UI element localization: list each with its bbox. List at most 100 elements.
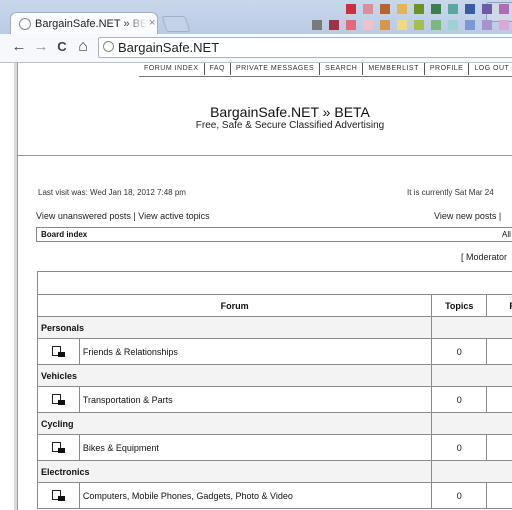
palette-swatch[interactable] [499,4,509,14]
palette-swatch[interactable] [448,4,458,14]
nav-faq[interactable]: FAQ [203,63,231,75]
palette-swatch[interactable] [414,4,424,14]
forum-read-icon [51,394,65,406]
topics-count: 0 [431,386,488,413]
forum-link-bikes-equipment[interactable]: Bikes & Equipment [78,434,433,461]
category-spacer [431,460,512,483]
palette-swatch[interactable] [414,20,424,30]
breadcrumb: Board index All [36,227,512,242]
palette-swatch[interactable] [397,4,407,14]
category-vehicles[interactable]: Vehicles [36,364,433,387]
palette-swatch[interactable] [346,4,356,14]
palette-swatch[interactable] [329,20,339,30]
color-palette [286,0,512,34]
site-description: Free, Safe & Secure Classified Advertisi… [195,120,385,131]
last-visit-text: Last visit was: Wed Jan 18, 2012 7:48 pm [38,188,186,197]
board-index-link[interactable]: Board index [41,230,87,239]
mark-forums-read-link[interactable]: Ma [37,271,512,295]
table-row: Transportation & Parts 0 0 [37,386,512,413]
topics-count: 0 [431,482,488,509]
header-divider [17,155,512,156]
forum-status-cell [37,482,80,509]
palette-swatch[interactable] [312,20,322,30]
topics-column-header: Topics [431,294,488,317]
forum-read-icon [51,490,65,502]
palette-swatch[interactable] [448,20,458,30]
nav-search[interactable]: SEARCH [319,63,362,75]
topics-count: 0 [431,338,488,365]
posts-count: 0 [486,338,512,365]
quick-links-left: View unanswered posts | View active topi… [36,211,210,221]
forward-icon[interactable]: → [32,38,50,56]
palette-swatch[interactable] [499,20,509,30]
forum-read-icon [51,442,65,454]
palette-swatch[interactable] [397,20,407,30]
reload-icon[interactable]: C [53,38,71,56]
new-tab-button[interactable] [161,16,191,32]
view-active-link[interactable]: View active topics [138,211,209,221]
palette-swatch[interactable] [363,4,373,14]
forum-status-cell [37,338,80,365]
quick-links-right: View new posts | [434,211,501,221]
nav-forum-index[interactable]: FORUM INDEX [139,63,204,75]
posts-count: 0 [486,386,512,413]
nav-log-out[interactable]: LOG OUT [468,63,512,75]
forum-status-cell [37,434,80,461]
palette-swatch[interactable] [465,20,475,30]
category-spacer [431,364,512,387]
address-url: BargainSafe.NET [118,40,220,55]
page-favicon-icon [19,18,31,30]
forum-table: Ma Forum Topics Posts Personals Friends … [36,271,512,509]
category-personals[interactable]: Personals [36,316,433,339]
posts-count: 0 [486,482,512,509]
nav-divider [139,76,512,77]
address-bar[interactable]: BargainSafe.NET [98,37,512,58]
tab-title: BargainSafe.NET » BETA • In [35,18,147,30]
forum-link-computers-phones[interactable]: Computers, Mobile Phones, Gadgets, Photo… [78,482,433,509]
page-viewport: FORUM INDEX FAQ PRIVATE MESSAGES SEARCH … [0,63,512,510]
palette-swatch[interactable] [431,4,441,14]
nav-private-messages[interactable]: PRIVATE MESSAGES [230,63,319,75]
palette-swatch[interactable] [482,20,492,30]
view-unanswered-link[interactable]: View unanswered posts [36,211,131,221]
all-times-text: All [502,230,511,239]
palette-swatch[interactable] [465,4,475,14]
nav-profile[interactable]: PROFILE [423,63,468,75]
palette-swatch[interactable] [431,20,441,30]
posts-count: 0 [486,434,512,461]
current-time-text: It is currently Sat Mar 24 [407,188,494,197]
nav-memberlist[interactable]: MEMBERLIST [362,63,424,75]
category-cycling[interactable]: Cycling [36,412,433,435]
palette-swatch[interactable] [380,4,390,14]
table-row: Friends & Relationships 0 0 [37,338,512,365]
close-tab-icon[interactable]: × [149,17,155,29]
browser-tab[interactable]: BargainSafe.NET » BETA • In × [10,12,158,36]
moderator-link[interactable]: [ Moderator [461,252,507,262]
category-electronics[interactable]: Electronics [36,460,433,483]
forum-column-header: Forum [36,294,433,317]
category-spacer [431,412,512,435]
link-separator-right: | [498,211,502,221]
forum-read-icon [51,346,65,358]
site-title: BargainSafe.NET » BETA [210,104,370,120]
table-row: Bikes & Equipment 0 0 [37,434,512,461]
page-info-icon [103,41,114,52]
posts-column-header: Posts [486,294,512,317]
palette-swatch[interactable] [380,20,390,30]
forum-status-cell [37,386,80,413]
category-spacer [431,316,512,339]
palette-swatch[interactable] [482,4,492,14]
link-separator: | [133,211,136,221]
browser-tabstrip: BargainSafe.NET » BETA • In × [0,0,512,36]
topics-count: 0 [431,434,488,461]
forum-link-transportation-parts[interactable]: Transportation & Parts [78,386,433,413]
forum-link-friends-relationships[interactable]: Friends & Relationships [78,338,433,365]
palette-swatch[interactable] [363,20,373,30]
home-icon[interactable]: ⌂ [74,38,92,56]
palette-swatch[interactable] [346,20,356,30]
top-navigation: FORUM INDEX FAQ PRIVATE MESSAGES SEARCH … [139,63,512,77]
back-icon[interactable]: ← [10,38,28,56]
table-row: Computers, Mobile Phones, Gadgets, Photo… [37,482,512,509]
view-new-posts-link[interactable]: View new posts [434,211,496,221]
browser-toolbar: ← → C ⌂ BargainSafe.NET [0,34,512,63]
